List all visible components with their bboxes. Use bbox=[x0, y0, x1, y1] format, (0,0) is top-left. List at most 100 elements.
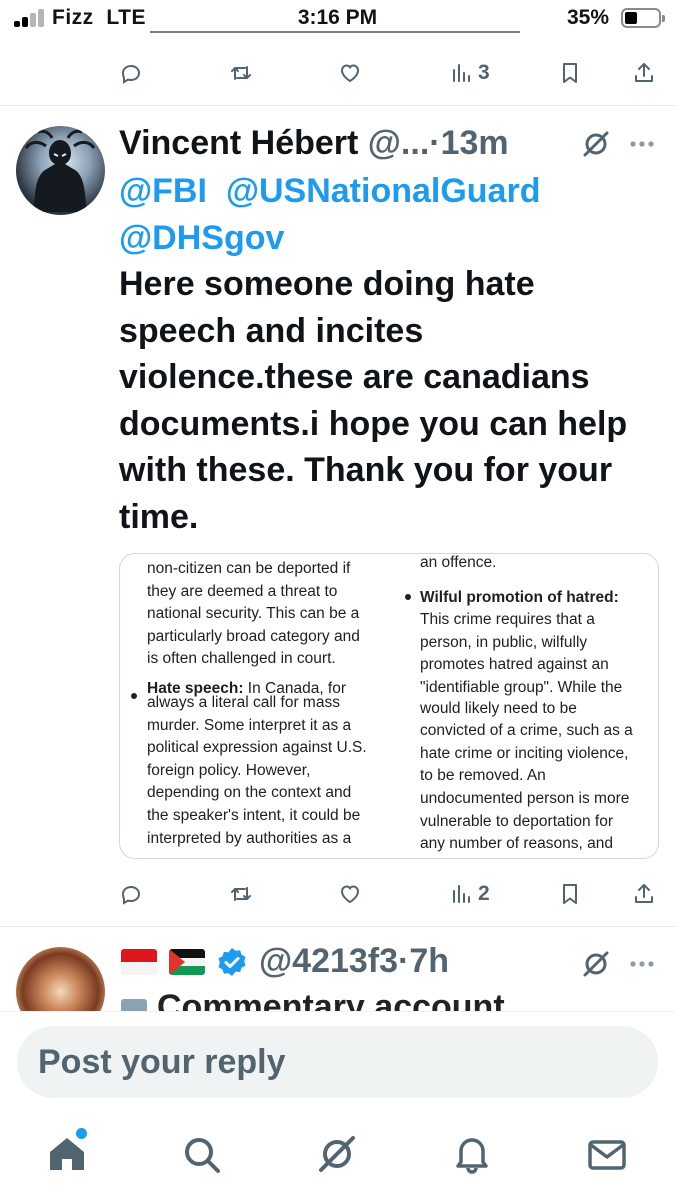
previous-post-actions: 3 bbox=[0, 53, 675, 93]
media-text-line: non-citizen can be deported if bbox=[147, 560, 351, 577]
divider bbox=[0, 105, 675, 106]
media-text-line: particularly broad category and bbox=[147, 627, 360, 645]
home-icon[interactable] bbox=[47, 1134, 87, 1174]
share-icon bbox=[635, 884, 653, 903]
repost-button[interactable] bbox=[229, 53, 253, 93]
more-icon[interactable] bbox=[628, 130, 656, 158]
reply-bar: Post your reply bbox=[0, 1011, 675, 1106]
tweet-body-line: with these. Thank you for your bbox=[119, 451, 613, 489]
media-text-line: national security. This can be a bbox=[147, 605, 360, 623]
previous-post-edge bbox=[150, 31, 520, 33]
bookmark-icon bbox=[563, 63, 577, 83]
author-name[interactable]: Vincent Hébert bbox=[119, 124, 358, 162]
tweet-time[interactable]: 13m bbox=[441, 124, 509, 162]
notifications-icon[interactable] bbox=[452, 1134, 492, 1174]
media-text-line: an offence. bbox=[420, 554, 497, 571]
media-text-line: convicted of a crime, such as a bbox=[420, 722, 633, 740]
tweet-body-line: Here someone doing hate bbox=[119, 265, 535, 303]
views-icon bbox=[453, 885, 470, 903]
author-handle[interactable]: @... bbox=[368, 124, 430, 162]
media-text-line: vulnerable to deportation for bbox=[420, 812, 614, 830]
media-text-line: is often challenged in court. bbox=[147, 650, 336, 668]
media-right-column: an offence. Wilful promotion of hatred: … bbox=[420, 554, 633, 856]
reply-icon bbox=[121, 885, 141, 905]
tweet2-header: @4213f3 · 7h bbox=[121, 942, 449, 981]
share-button[interactable] bbox=[632, 874, 656, 914]
tweet-actions: 2 bbox=[0, 874, 675, 914]
tweet2-partial-text: Commentary account bbox=[157, 988, 505, 1011]
mention-usnationalguard[interactable]: @USNationalGuard bbox=[226, 172, 541, 210]
views-button[interactable]: 2 bbox=[450, 874, 490, 914]
repost-icon bbox=[231, 66, 251, 80]
views-count: 2 bbox=[478, 882, 490, 905]
verified-badge-icon bbox=[218, 947, 246, 976]
heart-icon bbox=[340, 64, 360, 83]
repost-button[interactable] bbox=[229, 874, 253, 914]
grok-icon[interactable] bbox=[580, 948, 612, 980]
tweet-text: @FBI @USNationalGuard @DHSgov Here someo… bbox=[119, 168, 664, 540]
media-text-line: political expression against U.S. bbox=[147, 739, 367, 757]
reply-icon bbox=[121, 64, 141, 84]
media-text-line: interpreted by authorities as a bbox=[147, 829, 352, 847]
media-text-line: the speaker's intent, it could be bbox=[147, 806, 361, 824]
share-button[interactable] bbox=[632, 53, 656, 93]
heart-icon bbox=[340, 885, 360, 904]
media-text-line: undocumented person is more bbox=[420, 789, 630, 807]
more-icon[interactable] bbox=[628, 950, 656, 978]
palestine-flag-icon bbox=[169, 948, 205, 975]
media-text-line: depending on the context and bbox=[147, 784, 352, 802]
media-text-line: would likely need to be bbox=[420, 699, 577, 717]
repost-icon bbox=[231, 887, 251, 901]
media-text-line: person, in public, wilfully bbox=[420, 633, 588, 651]
mention-line: @FBI @USNationalGuard bbox=[119, 168, 664, 215]
battery-icon bbox=[621, 8, 665, 28]
messages-icon[interactable] bbox=[587, 1135, 627, 1175]
views-button[interactable]: 3 bbox=[450, 53, 490, 93]
home-notification-dot bbox=[76, 1128, 87, 1139]
media-text-line: murder. Some interpret it as a bbox=[147, 716, 352, 734]
avatar-figure-image bbox=[24, 129, 96, 212]
media-bullet-line: Wilful promotion of hatred: bbox=[420, 588, 619, 606]
media-text-line: any number of reasons, and bbox=[420, 835, 614, 853]
reply-button[interactable] bbox=[119, 53, 143, 93]
grok-icon[interactable] bbox=[580, 128, 612, 160]
media-text-line: "identifiable group". While the bbox=[420, 678, 623, 696]
bookmark-button[interactable] bbox=[558, 53, 582, 93]
media-text-line: to be removed. An bbox=[420, 767, 546, 785]
indonesia-flag-icon bbox=[121, 948, 157, 975]
tweet-media-image[interactable]: non-citizen can be deported if they are … bbox=[119, 553, 659, 859]
grok-icon[interactable] bbox=[317, 1134, 357, 1174]
separator-dot: · bbox=[429, 124, 441, 162]
tweet-body-line: speech and incites bbox=[119, 311, 424, 350]
media-text-line: promotes hatred against an bbox=[420, 656, 609, 674]
bookmark-button[interactable] bbox=[558, 874, 582, 914]
tweet2-time[interactable]: 7h bbox=[409, 942, 449, 981]
tweet-header: Vincent Hébert @...·13m bbox=[119, 124, 549, 163]
reply-button[interactable] bbox=[119, 874, 143, 914]
bullet-dot bbox=[131, 693, 137, 699]
mention-dhsgov[interactable]: @DHSgov bbox=[119, 219, 284, 257]
reply-input[interactable]: Post your reply bbox=[17, 1026, 658, 1098]
mention-fbi[interactable]: @FBI bbox=[119, 172, 207, 210]
avatar[interactable] bbox=[16, 126, 105, 215]
bullet-dot bbox=[405, 594, 411, 600]
like-button[interactable] bbox=[338, 53, 362, 93]
tweet-body-line: documents.i hope you can help bbox=[119, 404, 628, 443]
media-left-column: non-citizen can be deported if they are … bbox=[147, 558, 367, 850]
media-text-line: hate crime or inciting violence, bbox=[420, 744, 629, 762]
views-icon bbox=[453, 64, 470, 82]
media-text-line: always a literal call for mass bbox=[147, 693, 340, 711]
battery-percent: 35% bbox=[567, 6, 610, 29]
media-text-line: foreign policy. However, bbox=[147, 761, 311, 779]
media-text-line: they are deemed a threat to bbox=[147, 582, 338, 600]
tweet-body-line: time. bbox=[119, 497, 199, 536]
search-icon[interactable] bbox=[182, 1135, 222, 1175]
tweet-body-line: violence.these are canadians bbox=[119, 358, 590, 396]
bookmark-icon bbox=[563, 884, 577, 904]
tweet2-handle[interactable]: @4213f3 bbox=[259, 942, 398, 981]
like-button[interactable] bbox=[338, 874, 362, 914]
views-count: 3 bbox=[478, 61, 490, 84]
divider bbox=[0, 926, 675, 927]
comedy-mask-icon bbox=[121, 999, 147, 1011]
tweet2-text: Commentary account bbox=[121, 988, 561, 1011]
